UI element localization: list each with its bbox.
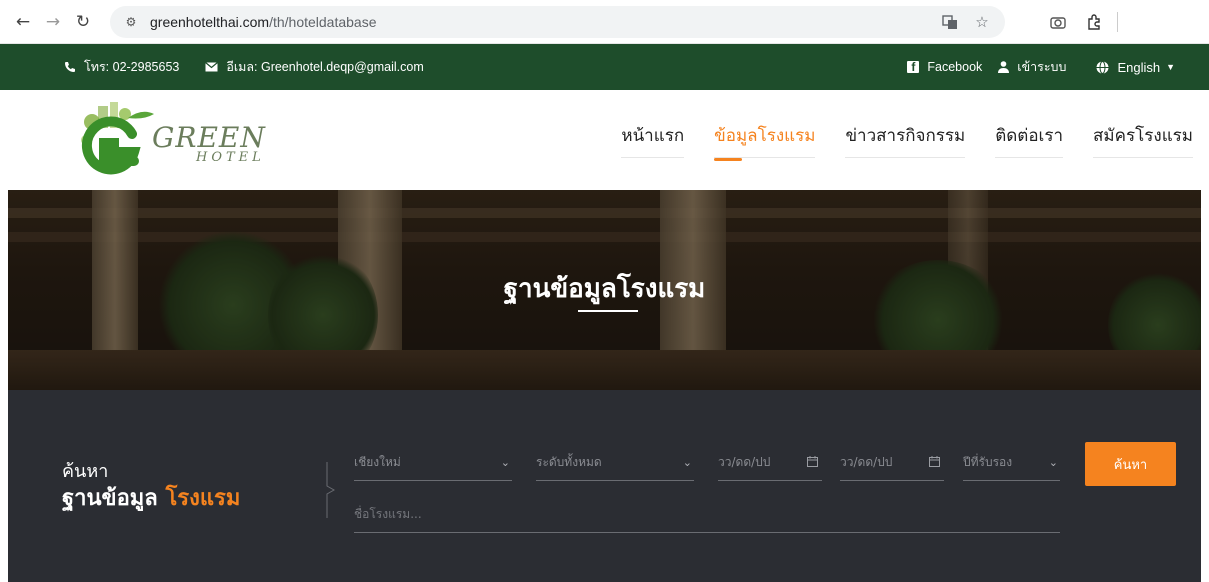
forward-arrow-icon[interactable]: → bbox=[40, 9, 66, 35]
site-info-icon[interactable]: ⚙ bbox=[120, 11, 142, 33]
language-text: English bbox=[1117, 59, 1161, 75]
search-button[interactable]: ค้นหา bbox=[1085, 442, 1176, 486]
menu-item-hotel-info[interactable]: ข้อมูลโรงแรม bbox=[714, 122, 816, 161]
level-select[interactable]: ระดับทั้งหมด ⌄ bbox=[536, 445, 694, 481]
hero-title-underline bbox=[577, 310, 638, 312]
chevron-down-icon: ⌄ bbox=[500, 456, 510, 469]
facebook-text: Facebook bbox=[927, 60, 983, 74]
search-heading-big-text: ฐานข้อมูล bbox=[62, 486, 158, 511]
facebook-icon: f bbox=[907, 60, 920, 74]
province-value: เชียงใหม่ bbox=[354, 455, 401, 469]
hotel-name-input[interactable]: ชื่อโรงแรม... bbox=[354, 497, 1060, 533]
login-link[interactable]: เข้าระบบ bbox=[998, 57, 1066, 77]
top-contact-bar: โทร: 02-2985653 อีเมล: Greenhotel.deqp@g… bbox=[0, 44, 1209, 90]
logo-line-1: GREEN bbox=[152, 121, 266, 154]
caret-down-icon: ▼ bbox=[1166, 62, 1175, 72]
logo-wordmark: GREEN HOTEL bbox=[152, 121, 266, 165]
extensions-puzzle-icon[interactable] bbox=[1081, 9, 1107, 35]
user-icon bbox=[998, 61, 1010, 73]
logo-emblem-icon bbox=[70, 100, 160, 180]
date-to-placeholder: วว/ดด/ปป bbox=[840, 455, 893, 469]
toolbar-separator bbox=[1117, 11, 1118, 32]
envelope-icon bbox=[205, 62, 219, 72]
login-text: เข้าระบบ bbox=[1017, 60, 1067, 74]
email-text: อีเมล: Greenhotel.deqp@gmail.com bbox=[226, 60, 424, 74]
date-from-placeholder: วว/ดด/ปป bbox=[718, 455, 771, 469]
certified-year-select[interactable]: ปีที่รับรอง ⌄ bbox=[963, 445, 1060, 481]
search-heading-highlight: โรงแรม bbox=[165, 486, 241, 511]
chevron-down-icon: ⌄ bbox=[682, 456, 692, 469]
translate-icon[interactable] bbox=[937, 9, 963, 35]
date-to-input[interactable]: วว/ดด/ปป bbox=[840, 445, 944, 481]
search-heading: ค้นหา ฐานข้อมูล โรงแรม bbox=[62, 460, 240, 514]
main-menu: หน้าแรก ข้อมูลโรงแรม ข่าวสารกิจกรรม ติดต… bbox=[591, 122, 1193, 161]
chevron-down-icon: ⌄ bbox=[1048, 456, 1058, 469]
level-value: ระดับทั้งหมด bbox=[536, 455, 602, 469]
logo-line-2: HOTEL bbox=[196, 150, 265, 165]
menu-item-home[interactable]: หน้าแรก bbox=[621, 122, 685, 158]
hero-title: ฐานข้อมูลโรงแรม bbox=[503, 274, 706, 304]
search-heading-big: ฐานข้อมูล โรงแรม bbox=[62, 484, 240, 514]
menu-item-news[interactable]: ข่าวสารกิจกรรม bbox=[845, 122, 966, 158]
email-contact[interactable]: อีเมล: Greenhotel.deqp@gmail.com bbox=[205, 57, 424, 77]
browser-toolbar: ← → ↻ ⚙ greenhotelthai.com/th/hoteldatab… bbox=[0, 0, 1209, 44]
green-hotel-logo[interactable]: GREEN HOTEL bbox=[70, 100, 266, 180]
year-value: ปีที่รับรอง bbox=[963, 455, 1013, 469]
back-arrow-icon[interactable]: ← bbox=[10, 9, 36, 35]
url-text[interactable]: greenhotelthai.com/th/hoteldatabase bbox=[150, 14, 377, 30]
menu-item-register[interactable]: สมัครโรงแรม bbox=[1093, 122, 1193, 158]
site-header: GREEN HOTEL หน้าแรก ข้อมูลโรงแรม ข่าวสาร… bbox=[0, 90, 1209, 190]
bracket-divider-icon bbox=[326, 462, 336, 518]
language-selector[interactable]: English ▼ bbox=[1096, 60, 1175, 75]
search-panel: ค้นหา ฐานข้อมูล โรงแรม เชียงใหม่ ⌄ ระดับ… bbox=[8, 390, 1201, 582]
phone-contact[interactable]: โทร: 02-2985653 bbox=[64, 57, 179, 77]
menu-item-contact[interactable]: ติดต่อเรา bbox=[995, 122, 1064, 158]
calendar-icon[interactable] bbox=[807, 455, 818, 470]
search-heading-small: ค้นหา bbox=[62, 461, 109, 482]
calendar-icon[interactable] bbox=[929, 455, 940, 470]
bookmark-star-icon[interactable]: ☆ bbox=[969, 9, 995, 35]
date-from-input[interactable]: วว/ดด/ปป bbox=[718, 445, 822, 481]
phone-icon bbox=[64, 61, 76, 73]
hotel-name-placeholder: ชื่อโรงแรม... bbox=[354, 507, 422, 521]
reload-icon[interactable]: ↻ bbox=[70, 9, 96, 35]
globe-icon bbox=[1096, 60, 1109, 74]
facebook-link[interactable]: f Facebook bbox=[907, 60, 982, 74]
phone-text: โทร: 02-2985653 bbox=[84, 60, 180, 74]
hero-banner: ฐานข้อมูลโรงแรม bbox=[8, 190, 1201, 390]
camera-icon[interactable] bbox=[1045, 9, 1071, 35]
province-select[interactable]: เชียงใหม่ ⌄ bbox=[354, 445, 512, 481]
address-bar[interactable]: ⚙ greenhotelthai.com/th/hoteldatabase ☆ bbox=[110, 5, 1005, 38]
